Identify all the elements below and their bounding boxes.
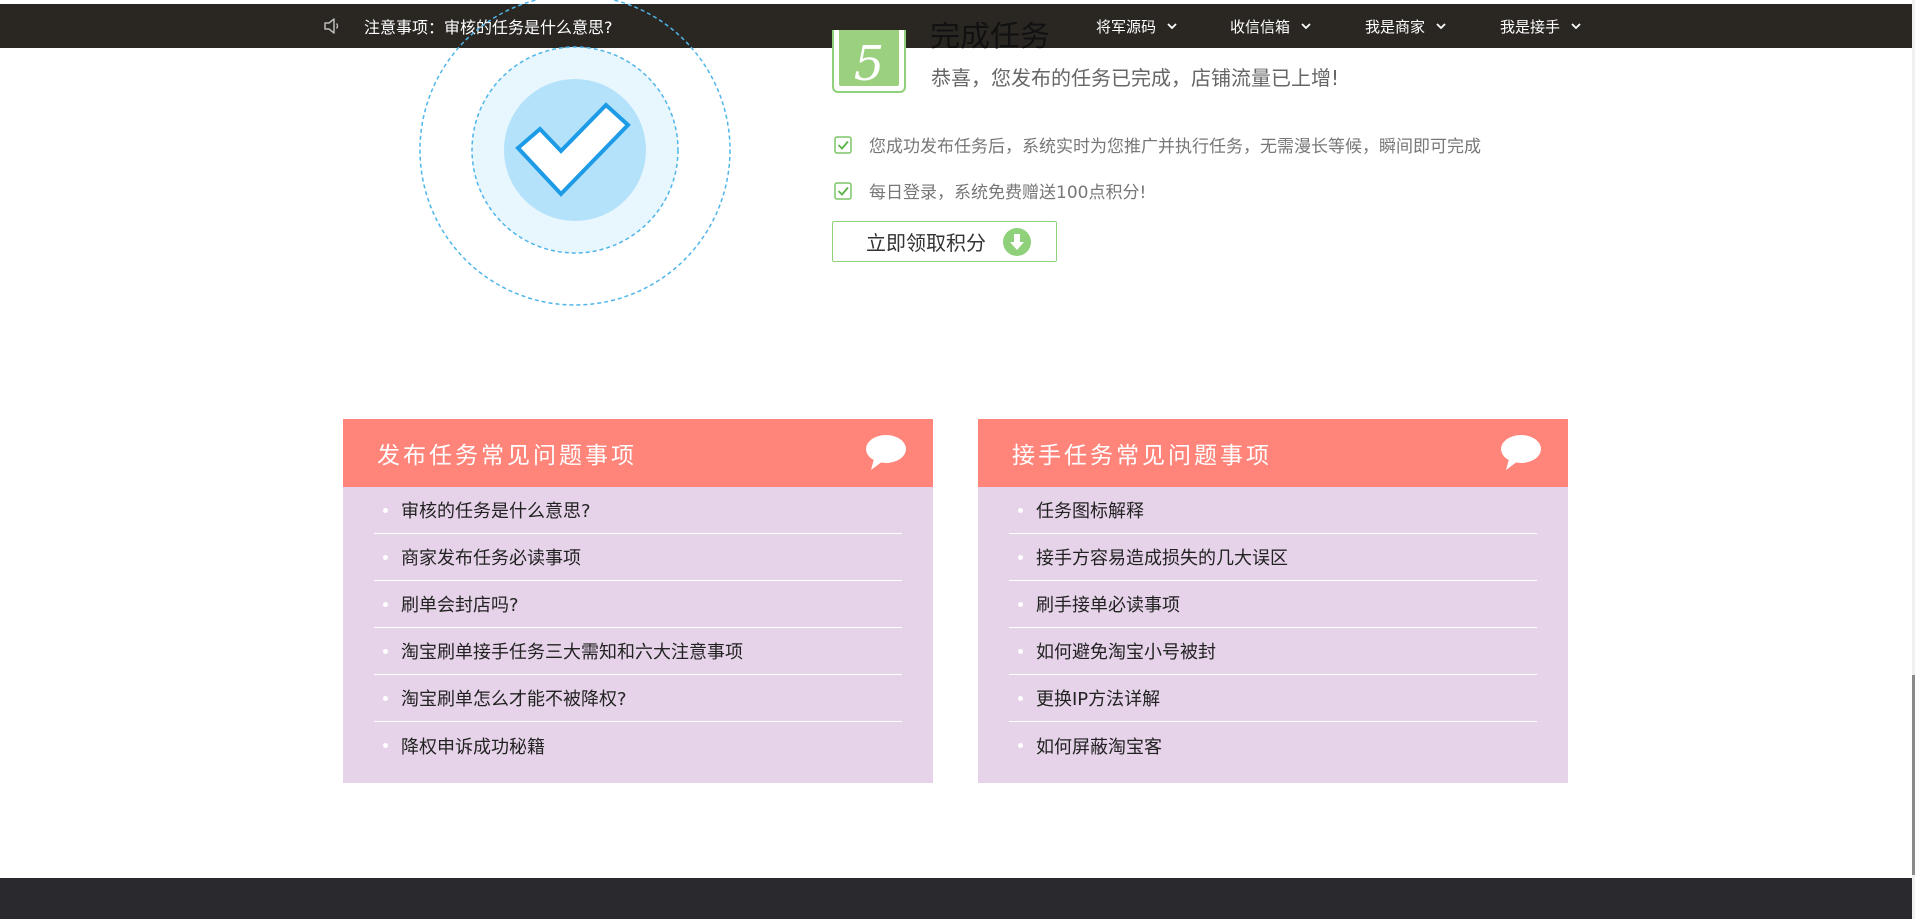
chevron-down-icon <box>1167 23 1177 30</box>
step-number: 5 <box>854 36 885 92</box>
faq-panel-header: 发布任务常见问题事项 <box>343 419 933 487</box>
chevron-down-icon <box>1436 23 1446 30</box>
claim-points-button[interactable]: 立即领取积分 <box>832 221 1057 262</box>
faq-item-label[interactable]: 降权申诉成功秘籍 <box>401 733 545 759</box>
checkbox-checked-icon <box>834 135 852 154</box>
bullet-dot <box>383 695 388 701</box>
feature-bullet: 您成功发布任务后，系统实时为您推广并执行任务，无需漫长等候，瞬间即可完成 <box>834 132 1481 157</box>
claim-points-label[interactable]: 立即领取积分 <box>866 227 986 256</box>
nav-label[interactable]: 收信信箱 <box>1230 16 1290 37</box>
faq-item[interactable]: 审核的任务是什么意思? <box>374 487 902 534</box>
faq-panel-title: 接手任务常见问题事项 <box>1012 443 1272 469</box>
nav-menu-taker[interactable]: 我是接手 <box>1500 4 1582 48</box>
faq-item-label[interactable]: 刷单会封店吗? <box>401 591 519 617</box>
bullet-dot <box>1018 695 1023 701</box>
bullet-dot <box>1018 601 1023 607</box>
speech-bubble-icon <box>1501 435 1541 470</box>
faq-item-label[interactable]: 刷手接单必读事项 <box>1036 591 1180 617</box>
faq-item[interactable]: 接手方容易造成损失的几大误区 <box>1009 534 1537 581</box>
bullet-dot <box>1018 554 1023 560</box>
bullet-dot <box>383 648 388 654</box>
faq-list: 审核的任务是什么意思? 商家发布任务必读事项 刷单会封店吗? 淘宝刷单接手任务三… <box>343 487 933 769</box>
nav-label[interactable]: 将军源码 <box>1096 16 1156 37</box>
feature-bullet-text: 每日登录，系统免费赠送100点积分! <box>869 183 1147 203</box>
faq-item-label[interactable]: 更换IP方法详解 <box>1036 685 1160 711</box>
faq-list: 任务图标解释 接手方容易造成损失的几大误区 刷手接单必读事项 如何避免淘宝小号被… <box>978 487 1568 769</box>
nav-label[interactable]: 我是商家 <box>1365 16 1425 37</box>
faq-item-label[interactable]: 任务图标解释 <box>1036 497 1144 523</box>
faq-item-label[interactable]: 商家发布任务必读事项 <box>401 544 581 570</box>
faq-item-label[interactable]: 如何避免淘宝小号被封 <box>1036 638 1216 664</box>
faq-item[interactable]: 商家发布任务必读事项 <box>374 534 902 581</box>
faq-item[interactable]: 如何避免淘宝小号被封 <box>1009 628 1537 675</box>
download-arrow-icon <box>1003 227 1031 256</box>
faq-item-label[interactable]: 审核的任务是什么意思? <box>401 497 591 523</box>
nav-label[interactable]: 我是接手 <box>1500 16 1560 37</box>
nav-menu-merchant[interactable]: 我是商家 <box>1365 4 1447 48</box>
speech-bubble-icon <box>866 435 906 470</box>
faq-item[interactable]: 刷单会封店吗? <box>374 581 902 628</box>
bullet-dot <box>383 601 388 607</box>
step-heading: 完成任务 <box>930 22 1050 52</box>
faq-panel-header: 接手任务常见问题事项 <box>978 419 1568 487</box>
faq-item[interactable]: 降权申诉成功秘籍 <box>374 722 902 769</box>
step-subtitle: 恭喜，您发布的任务已完成，店铺流量已上增! <box>931 66 1340 90</box>
bullet-dot <box>1018 743 1023 748</box>
speaker-icon <box>324 18 339 34</box>
success-check-illustration <box>419 0 731 306</box>
faq-item-label[interactable]: 如何屏蔽淘宝客 <box>1036 733 1162 759</box>
bullet-dot <box>383 554 388 560</box>
nav-menu-source-code[interactable]: 将军源码 <box>1096 4 1178 48</box>
faq-item[interactable]: 刷手接单必读事项 <box>1009 581 1537 628</box>
bullet-dot <box>1018 648 1023 654</box>
bullet-dot <box>383 507 388 513</box>
faq-item-label[interactable]: 淘宝刷单怎么才能不被降权? <box>401 685 627 711</box>
faq-item[interactable]: 淘宝刷单接手任务三大需知和六大注意事项 <box>374 628 902 675</box>
faq-item[interactable]: 淘宝刷单怎么才能不被降权? <box>374 675 902 722</box>
bullet-dot <box>383 743 388 748</box>
checkbox-checked-icon <box>834 181 852 200</box>
faq-panel-publish: 发布任务常见问题事项 审核的任务是什么意思? 商家发布任务必读事项 刷单会封店吗… <box>343 419 933 783</box>
faq-item[interactable]: 更换IP方法详解 <box>1009 675 1537 722</box>
page-footer <box>0 878 1912 919</box>
faq-item-label[interactable]: 淘宝刷单接手任务三大需知和六大注意事项 <box>401 638 743 664</box>
chevron-down-icon <box>1301 23 1311 30</box>
bullet-dot <box>1018 507 1023 513</box>
faq-item[interactable]: 如何屏蔽淘宝客 <box>1009 722 1537 769</box>
faq-item[interactable]: 任务图标解释 <box>1009 487 1537 534</box>
nav-menu-inbox[interactable]: 收信信箱 <box>1230 4 1312 48</box>
faq-item-label[interactable]: 接手方容易造成损失的几大误区 <box>1036 544 1288 570</box>
step-number-badge: 5 <box>832 30 906 93</box>
faq-panel-title: 发布任务常见问题事项 <box>377 443 637 469</box>
feature-bullet: 每日登录，系统免费赠送100点积分! <box>834 178 1146 203</box>
faq-panel-accept: 接手任务常见问题事项 任务图标解释 接手方容易造成损失的几大误区 刷手接单必读事… <box>978 419 1568 783</box>
feature-bullet-text: 您成功发布任务后，系统实时为您推广并执行任务，无需漫长等候，瞬间即可完成 <box>869 137 1481 157</box>
chevron-down-icon <box>1571 23 1581 30</box>
